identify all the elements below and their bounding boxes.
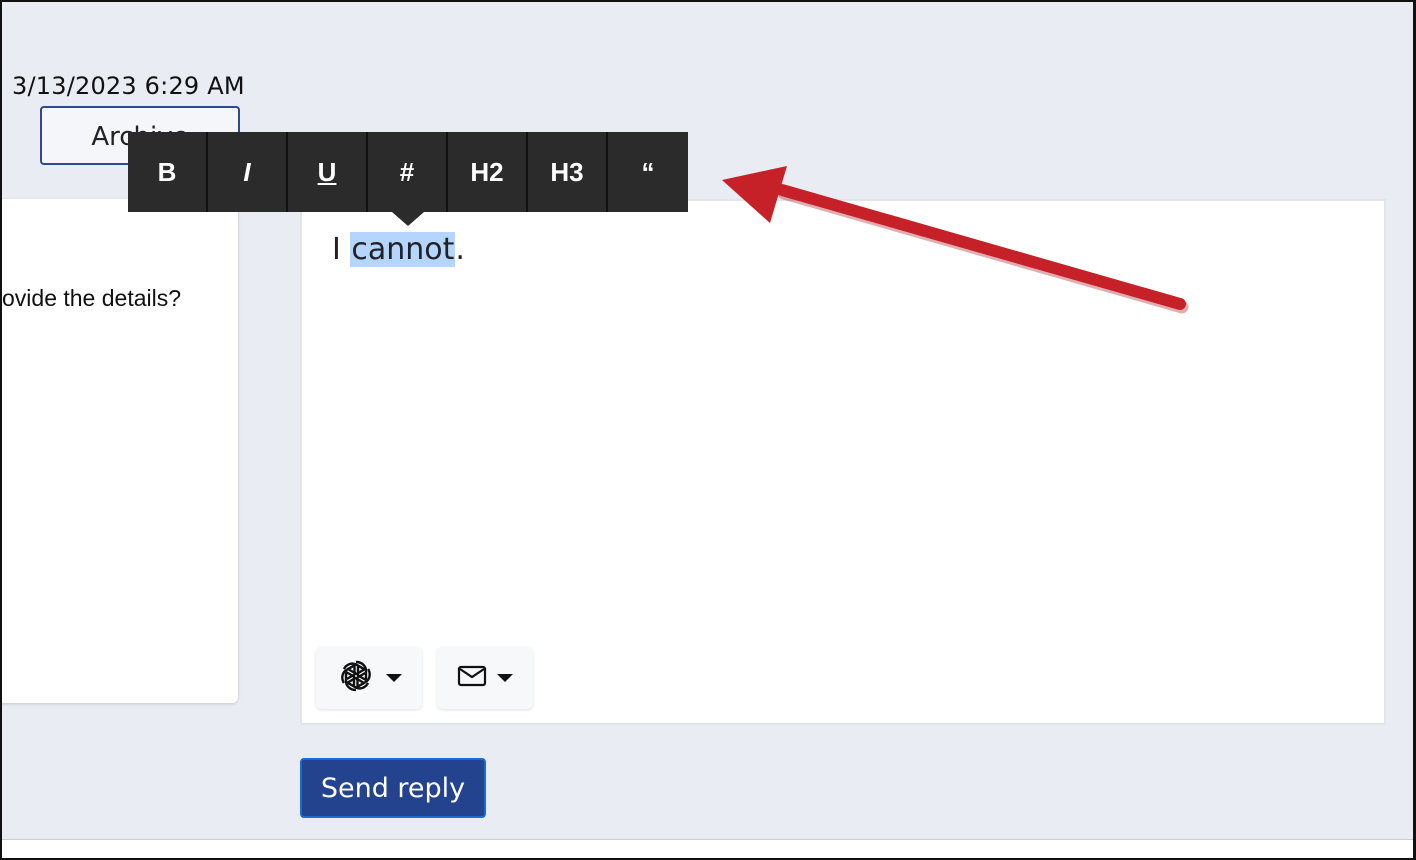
envelope-icon xyxy=(457,664,487,692)
ai-assist-dropdown[interactable] xyxy=(316,647,422,709)
openai-icon xyxy=(336,656,376,700)
message-timestamp: 3/13/2023 6:29 AM xyxy=(12,72,245,100)
bold-button[interactable]: B xyxy=(128,132,208,212)
formatting-toolbar: B I U # H2 H3 “ xyxy=(128,132,688,212)
toolbar-pointer xyxy=(392,212,424,226)
editor-text-before: I xyxy=(332,232,351,267)
message-panel xyxy=(2,199,238,703)
quote-button[interactable]: “ xyxy=(608,132,688,212)
screenshot-frame: 3/13/2023 6:29 AM Archive ovide the deta… xyxy=(0,0,1416,860)
heading-2-button[interactable]: H2 xyxy=(448,132,528,212)
editor-content[interactable]: I cannot. xyxy=(332,232,465,267)
editor-text-after: . xyxy=(455,232,465,267)
heading-1-button[interactable]: # xyxy=(368,132,448,212)
underline-button[interactable]: U xyxy=(288,132,368,212)
send-reply-button[interactable]: Send reply xyxy=(300,758,486,818)
chevron-down-icon xyxy=(497,674,513,682)
message-text: ovide the details? xyxy=(2,285,182,311)
italic-button[interactable]: I xyxy=(208,132,288,212)
selected-text: cannot xyxy=(350,232,456,267)
heading-3-button[interactable]: H3 xyxy=(528,132,608,212)
template-dropdown[interactable] xyxy=(437,647,533,709)
chevron-down-icon xyxy=(386,674,402,682)
